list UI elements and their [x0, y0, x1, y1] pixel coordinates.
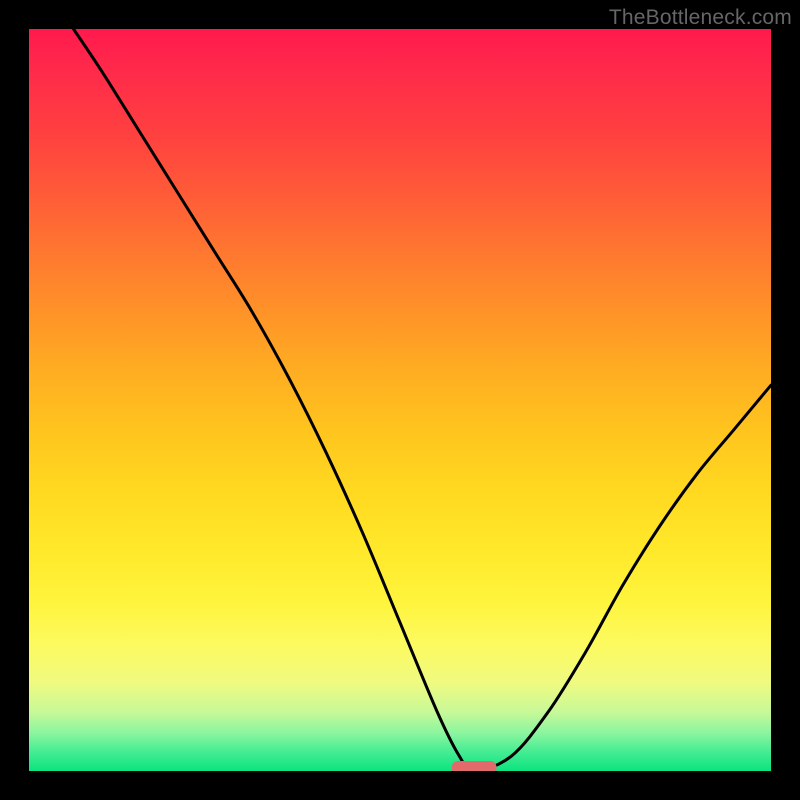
plot-area	[29, 29, 771, 771]
watermark: TheBottleneck.com	[609, 6, 792, 30]
optimal-marker	[452, 761, 497, 771]
curve-svg	[29, 29, 771, 771]
bottleneck-curve	[74, 29, 771, 771]
chart-frame: TheBottleneck.com	[0, 0, 800, 800]
